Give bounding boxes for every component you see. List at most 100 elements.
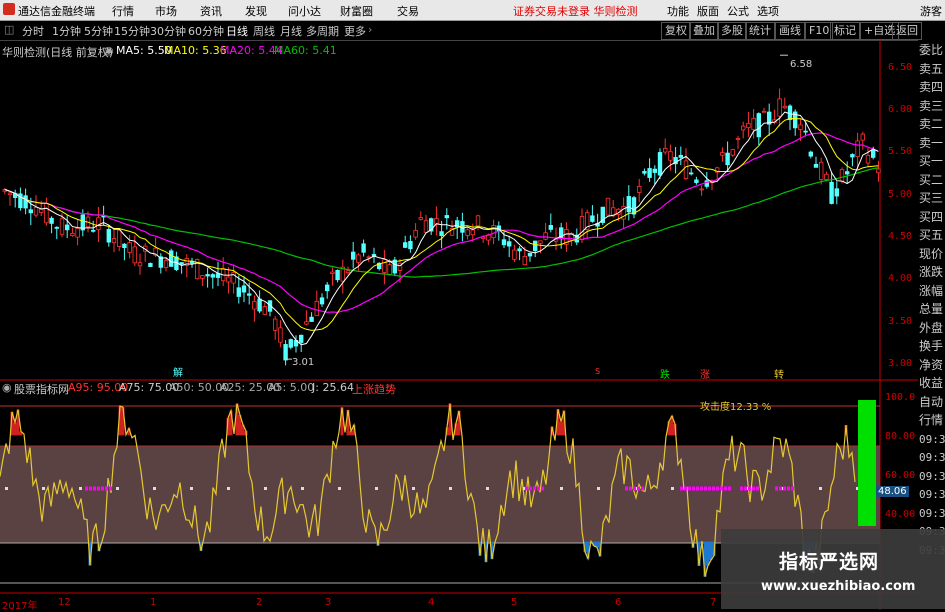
side-panel-item[interactable]: 卖四 xyxy=(919,79,945,96)
period-5min[interactable]: 5分钟 xyxy=(84,23,113,39)
signal-dot xyxy=(85,486,88,491)
signal-dot xyxy=(708,486,711,491)
back-button[interactable]: 返回 xyxy=(892,22,922,40)
period-month[interactable]: 月线 xyxy=(280,23,302,39)
menu-options[interactable]: 选项 xyxy=(757,3,779,19)
side-panel-item[interactable]: 卖五 xyxy=(919,61,945,78)
menu-ask[interactable]: 问小达 xyxy=(288,3,321,19)
draw-line-button[interactable]: 画线 xyxy=(775,22,805,40)
eye-icon[interactable]: ◉ xyxy=(104,44,114,57)
stats-button[interactable]: 统计 xyxy=(745,22,775,40)
candle-body xyxy=(839,169,845,182)
side-panel-item[interactable]: 买二 xyxy=(919,172,945,189)
midline-dot xyxy=(227,487,230,490)
signal-label: S xyxy=(595,367,601,376)
eye-icon[interactable]: ◉ xyxy=(2,381,12,394)
candle-body xyxy=(44,202,49,224)
menu-layout[interactable]: 版面 xyxy=(697,3,719,19)
guest-label[interactable]: 游客 xyxy=(920,3,942,19)
candle-body xyxy=(210,274,215,278)
multi-stock-button[interactable]: 多股 xyxy=(717,22,747,40)
period-60min[interactable]: 60分钟 xyxy=(188,23,224,39)
candle-body xyxy=(423,220,429,233)
candle-body xyxy=(402,242,408,248)
side-panel-item[interactable]: 卖三 xyxy=(919,98,945,115)
menu-function[interactable]: 功能 xyxy=(667,3,689,19)
side-panel-item[interactable]: 行情 xyxy=(919,412,945,429)
candle-body xyxy=(855,140,860,157)
candle-body xyxy=(330,271,335,274)
menu-wealth[interactable]: 财富圈 xyxy=(340,3,373,19)
candle-body xyxy=(382,259,387,273)
period-week[interactable]: 周线 xyxy=(253,23,275,39)
period-1min[interactable]: 1分钟 xyxy=(52,23,81,39)
chart-area[interactable] xyxy=(0,40,918,610)
candle-body xyxy=(813,163,819,168)
menu-trade[interactable]: 交易 xyxy=(397,3,419,19)
side-panel-item[interactable]: 买五 xyxy=(919,227,945,244)
signal-dot xyxy=(720,486,723,491)
volume-bar xyxy=(858,400,876,526)
side-panel-item[interactable]: 涨跌 xyxy=(919,264,945,281)
period-multi[interactable]: 多周期 xyxy=(306,23,339,39)
price-tick: 4.00 xyxy=(888,273,913,284)
side-panel-item[interactable]: 净资 xyxy=(919,357,945,374)
menu-formula[interactable]: 公式 xyxy=(727,3,749,19)
signal-dot xyxy=(101,486,104,491)
overlay-button[interactable]: 叠加 xyxy=(689,22,719,40)
mark-button[interactable]: 标记 xyxy=(830,22,860,40)
side-panel-item[interactable]: 外盘 xyxy=(919,320,945,337)
side-panel-item[interactable]: 委比 xyxy=(919,42,945,59)
candle-body xyxy=(252,301,257,310)
candle-body xyxy=(49,217,54,224)
side-panel-item[interactable]: 自动 xyxy=(919,394,945,411)
restore-right-button[interactable]: 复权 xyxy=(661,22,691,40)
quote-side-panel[interactable]: 委比卖五 卖四卖三 卖二卖一 买一买二 买三买四 买五现价 涨跌涨幅 总量外盘 换手净资 收益自动… xyxy=(918,40,945,610)
period-more[interactable]: 更多 xyxy=(344,23,366,39)
side-panel-item[interactable]: 09:30 xyxy=(919,431,945,448)
chevron-down-icon[interactable]: › xyxy=(368,23,372,36)
side-panel-item[interactable]: 09:30 xyxy=(919,486,945,503)
candle-body xyxy=(819,161,824,180)
side-panel-item[interactable]: 买三 xyxy=(919,190,945,207)
login-warning[interactable]: 证券交易未登录 华则检测 xyxy=(513,3,638,19)
ma10-value: MA10: 5.36 xyxy=(164,44,227,57)
side-panel-item[interactable]: 现价 xyxy=(919,246,945,263)
side-panel-item[interactable]: 卖二 xyxy=(919,116,945,133)
candle-body xyxy=(278,327,283,343)
candle-body xyxy=(730,149,735,156)
signal-dot xyxy=(529,486,532,491)
candle-body xyxy=(460,221,465,233)
side-panel-item[interactable]: 09:30 xyxy=(919,468,945,485)
side-panel-item[interactable]: 买一 xyxy=(919,153,945,170)
side-panel-item[interactable]: 收益 xyxy=(919,375,945,392)
period-intraday[interactable]: 分时 xyxy=(22,23,44,39)
menu-quotes[interactable]: 行情 xyxy=(112,3,134,19)
side-panel-item[interactable]: 换手 xyxy=(919,338,945,355)
side-panel-item[interactable]: 总量 xyxy=(919,301,945,318)
lock-icon[interactable]: ◫ xyxy=(4,23,14,36)
candle-body xyxy=(215,273,221,278)
side-panel-item[interactable]: 卖一 xyxy=(919,135,945,152)
period-15min[interactable]: 15分钟 xyxy=(114,23,150,39)
candle-body xyxy=(319,297,325,305)
side-panel-item[interactable]: 09:30 xyxy=(919,505,945,522)
signal-dot xyxy=(775,486,778,491)
side-panel-item[interactable]: 买四 xyxy=(919,209,945,226)
signal-dot xyxy=(716,486,719,491)
signal-dot xyxy=(97,486,100,491)
candle-body xyxy=(605,197,611,216)
side-panel-item[interactable]: 涨幅 xyxy=(919,283,945,300)
candle-body xyxy=(246,293,252,296)
candle-body xyxy=(845,171,850,175)
side-panel-item[interactable]: 09:30 xyxy=(919,449,945,466)
date-label: 2017年 xyxy=(2,601,38,612)
candle-body xyxy=(28,209,33,214)
period-30min[interactable]: 30分钟 xyxy=(150,23,186,39)
menu-news[interactable]: 资讯 xyxy=(200,3,222,19)
candle-body xyxy=(163,260,169,269)
menu-discover[interactable]: 发现 xyxy=(245,3,267,19)
menu-market[interactable]: 市场 xyxy=(155,3,177,19)
period-day[interactable]: 日线 xyxy=(226,23,248,39)
candle-body xyxy=(876,168,881,174)
